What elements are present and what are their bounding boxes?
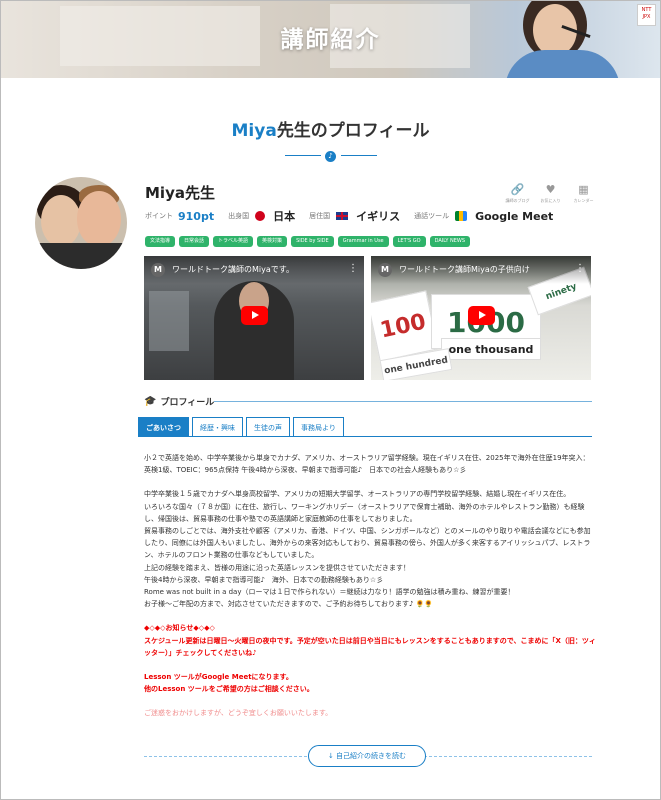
paragraph: 中学卒業後１５歳でカナダへ単身高校留学、アメリカの短期大学留学、オーストラリアの… xyxy=(144,490,571,499)
paragraph: 小２で英語を始め、中学卒業後から単身でカナダ、アメリカ、オーストラリア留学経験。… xyxy=(144,454,590,475)
heart-icon: ♥ xyxy=(545,183,556,196)
tag[interactable]: SIDE by SIDE xyxy=(291,236,334,247)
paragraph: 午後4時から深夜、早朝まで指導可能♪ 海外、日本での勤務経験もあり☆彡 xyxy=(144,575,384,584)
tag[interactable]: LET'S GO xyxy=(392,236,426,247)
profile-heading-label: プロフィール xyxy=(160,398,215,408)
tag[interactable]: DAILY NEWS xyxy=(429,236,471,247)
blog-button[interactable]: 🔗 講師のブログ xyxy=(503,183,532,204)
favorite-label: お気に入り xyxy=(540,198,561,203)
teacher-name: Miya先生 xyxy=(145,184,215,202)
origin-value: 日本 xyxy=(273,210,296,223)
video-title: ワールドトーク講師Miyaの子供向け xyxy=(399,265,530,274)
play-icon[interactable] xyxy=(241,306,268,325)
favorite-button[interactable]: ♥ お気に入り xyxy=(536,183,565,204)
calendar-label: カレンダー xyxy=(573,198,594,203)
tag[interactable]: 日常会話 xyxy=(179,236,210,247)
tab-career[interactable]: 経歴・興味 xyxy=(192,417,243,437)
profile-heading-line xyxy=(214,401,592,402)
notice-text: Lesson ツールがGoogle Meetになります。 xyxy=(144,673,293,682)
site-badge: NTT JPX xyxy=(637,4,656,26)
google-meet-icon xyxy=(455,211,468,221)
tab-underline xyxy=(138,436,592,437)
calendar-icon: ▦ xyxy=(578,183,589,196)
blog-label: 講師のブログ xyxy=(505,198,530,203)
play-icon[interactable] xyxy=(468,306,495,325)
tag[interactable]: 文法指導 xyxy=(145,236,176,247)
music-note-icon: ♪ xyxy=(325,151,336,162)
read-more-button[interactable]: ↓ 自己紹介の続きを読む xyxy=(308,745,426,767)
paragraph: 上記の経験を踏まえ、皆様の用途に沿った英語レッスンを提供させていただきます！ xyxy=(144,563,410,572)
teacher-name-accent: Miya xyxy=(231,121,277,141)
kids-video[interactable]: 100 1000 one thousand ninety one hundred… xyxy=(371,256,591,380)
video-title: ワールドトーク講師のMiyaです。 xyxy=(172,265,294,274)
tag[interactable]: 英検対策 xyxy=(257,236,288,247)
paragraph: Rome was not built in a day（ローマは１日で作られない… xyxy=(144,588,515,597)
residence-label: 居住国 xyxy=(309,212,331,220)
profile-tabs: ごあいさつ 経歴・興味 生徒の声 事務局より xyxy=(138,417,344,437)
paragraph: いろいろな国々（７８か国）に在住、旅行し、ワーキングホリデー（オーストラリアで保… xyxy=(144,502,585,523)
tab-reviews[interactable]: 生徒の声 xyxy=(246,417,290,437)
japan-flag-icon xyxy=(255,211,266,221)
tag[interactable]: トラベル英語 xyxy=(213,236,254,247)
notice-title: ◆◇◆◇お知らせ◆◇◆◇ xyxy=(144,624,215,633)
residence-value: イギリス xyxy=(356,210,401,223)
tab-greeting[interactable]: ごあいさつ xyxy=(138,417,189,437)
points-value: 910pt xyxy=(178,209,215,223)
section-divider: ♪ xyxy=(285,151,377,162)
profile-heading: 🎓 プロフィール xyxy=(144,395,214,408)
more-icon[interactable]: ⋮ xyxy=(348,263,358,274)
read-more-label: 自己紹介の続きを読む xyxy=(336,752,407,760)
teacher-meta: ポイント 910pt 出身国 日本 居住国 イギリス 通話ツール Google … xyxy=(145,208,567,224)
more-icon[interactable]: ⋮ xyxy=(575,263,585,274)
tag[interactable]: Grammar in Use xyxy=(337,236,389,247)
channel-logo: M xyxy=(378,263,392,277)
intro-video[interactable]: M ワールドトーク講師のMiyaです。 ⋮ xyxy=(144,256,364,380)
origin-label: 出身国 xyxy=(228,212,250,220)
tool-label: 通話ツール xyxy=(414,212,450,220)
tag-list: 文法指導 日常会話 トラベル英語 英検対策 SIDE by SIDE Gramm… xyxy=(145,236,471,247)
channel-logo: M xyxy=(151,263,165,277)
section-title-rest: 先生のプロフィール xyxy=(276,121,430,141)
teacher-actions: 🔗 講師のブログ ♥ お気に入り ▦ カレンダー xyxy=(503,183,598,204)
hero-banner: 講師紹介 xyxy=(0,0,661,78)
graduation-cap-icon: 🎓 xyxy=(144,396,157,407)
arrow-down-icon: ↓ xyxy=(327,752,337,760)
notice-text: 他のLesson ツールをご希望の方はご相談ください。 xyxy=(144,685,314,694)
greeting-content: 小２で英語を始め、中学卒業後から単身でカナダ、アメリカ、オーストラリア留学経験。… xyxy=(144,452,596,720)
uk-flag-icon xyxy=(336,212,349,220)
link-icon: 🔗 xyxy=(510,183,525,196)
page-title: 講師紹介 xyxy=(280,27,381,53)
tab-office[interactable]: 事務局より xyxy=(293,417,344,437)
number-card: one thousand xyxy=(441,338,541,360)
profile-section-title: Miya先生のプロフィール xyxy=(0,116,661,141)
tool-value: Google Meet xyxy=(475,209,554,223)
points-label: ポイント xyxy=(145,212,173,220)
calendar-button[interactable]: ▦ カレンダー xyxy=(569,183,598,204)
paragraph: 貿易事務のしごとでは、海外支社や顧客（アメリカ、香港、ドイツ、中国、シンガポール… xyxy=(144,527,591,560)
apology-text: ご迷惑をおかけしますが、どうぞ宜しくお願いいたします。 xyxy=(144,709,333,718)
paragraph: お子様〜ご年配の方まで、対応させていただきますので、ご予約お待ちしております♪ … xyxy=(144,600,434,609)
notice-text: スケジュール更新は日曜日〜火曜日の夜中です。予定が空いた日は前日や当日にもレッス… xyxy=(144,636,596,657)
avatar xyxy=(35,177,127,269)
